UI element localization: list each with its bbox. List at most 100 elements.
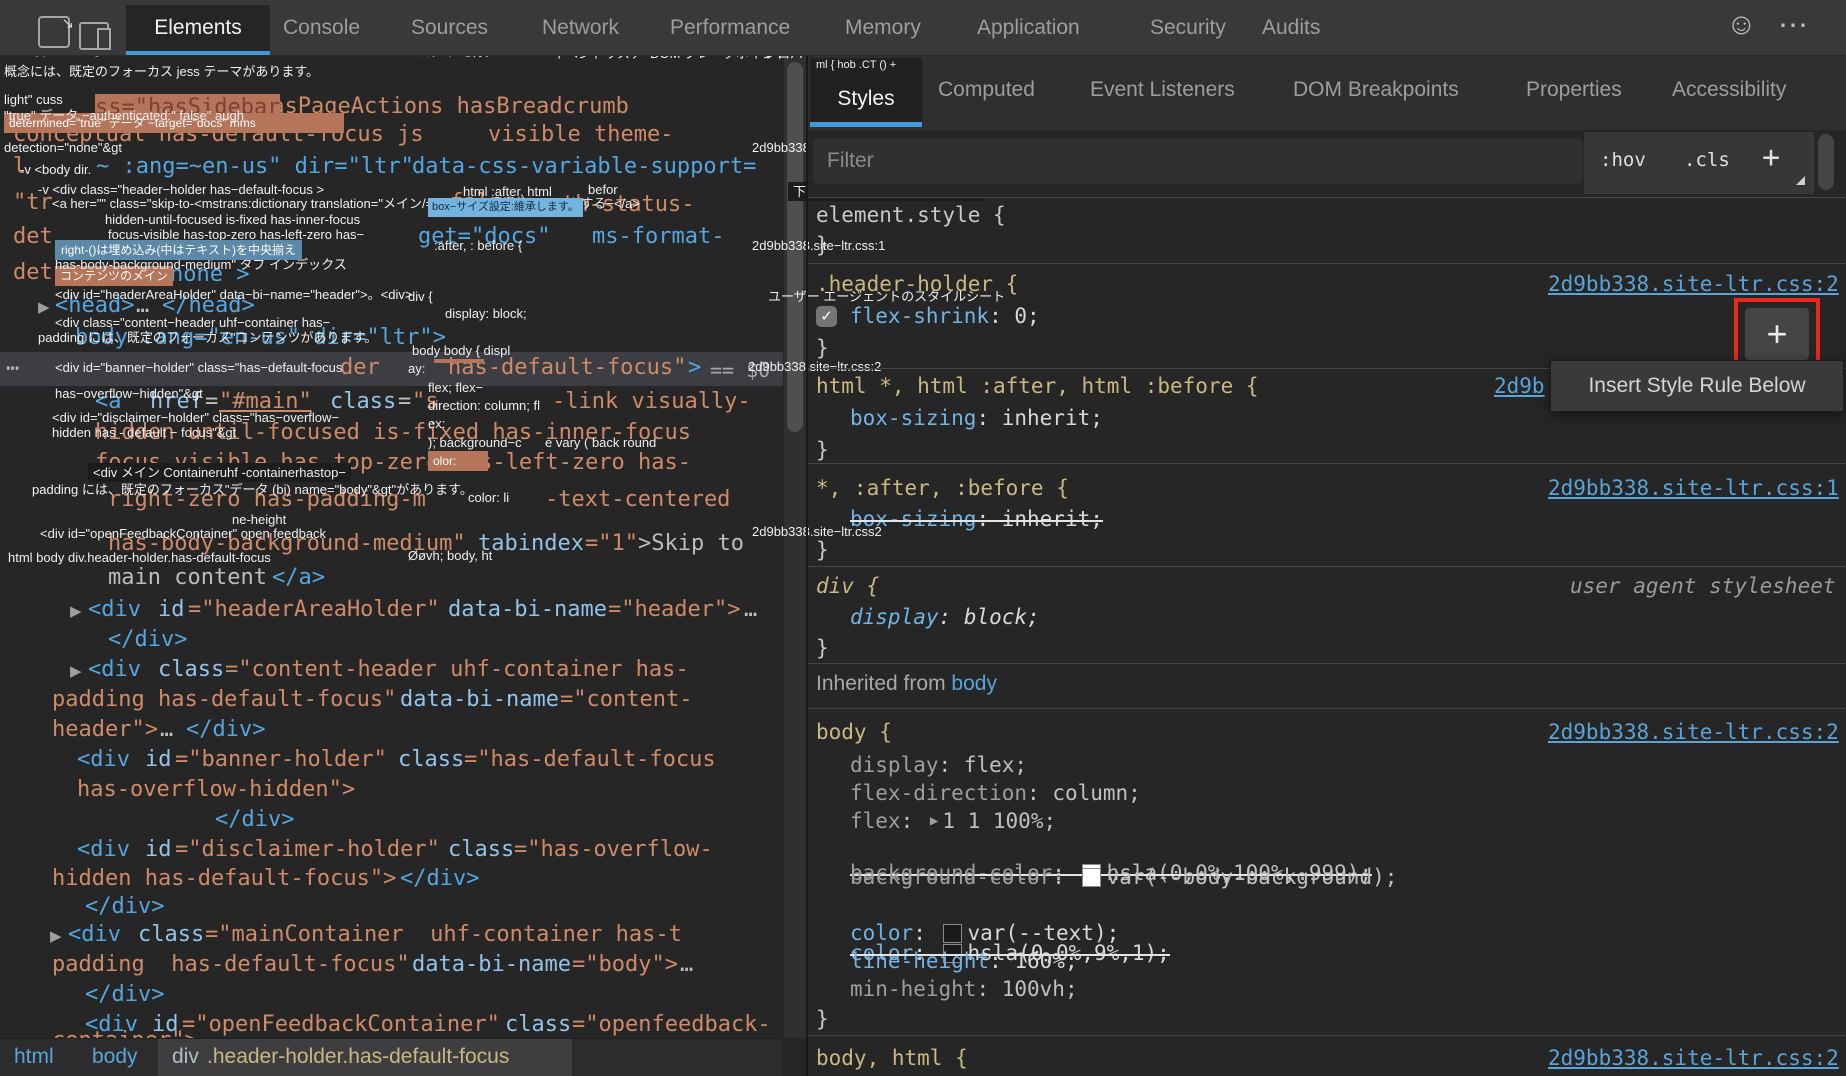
css-property[interactable]: display: flex; [850,753,1027,777]
dom-text-fragment[interactable]: has-overflow-hidden"> [77,777,355,803]
dom-text-fragment[interactable]: padding has-default-focus" [52,952,410,978]
property-value[interactable]: 1 1 100%; [942,809,1056,833]
dom-text-fragment[interactable]: <div [68,922,121,948]
stylesheet-link[interactable]: 2d9bb338.site-ltr.css:1 [1548,476,1839,500]
breadcrumb-body[interactable]: body [92,1045,138,1069]
dom-text-fragment[interactable]: ="content-header uhf-container has- [225,657,689,683]
dom-text-fragment[interactable]: ="1" [585,531,638,557]
dom-text-fragment[interactable]: </div> [186,717,265,743]
tab-event-listeners[interactable]: Event Listeners [1090,78,1235,102]
dom-text-fragment[interactable]: ="has-overflow- [514,837,713,863]
dom-text-fragment[interactable]: -link visually- [552,389,751,415]
dom-text-fragment[interactable]: class [505,1012,571,1038]
dom-text-fragment[interactable]: header"> [52,717,158,743]
tab-performance[interactable]: Performance [670,16,790,40]
dom-text-fragment[interactable]: padding has-default-focus" [52,687,396,713]
device-toolbar-icon[interactable] [79,22,111,50]
property-name[interactable]: min-height [850,977,976,1001]
dom-text-fragment[interactable]: data-bi-name [400,687,559,713]
dom-text-fragment[interactable]: … [680,952,693,978]
dom-text-fragment[interactable]: ="headerAreaHolder" [188,597,440,623]
property-value[interactable]: inherit; [1002,406,1103,430]
expand-shorthand-icon[interactable]: ▶ [930,813,938,829]
dom-text-fragment[interactable]: ="content- [560,687,692,713]
dom-text-fragment[interactable]: ⋯ [6,356,19,382]
color-swatch[interactable] [942,923,962,943]
stylesheet-link[interactable]: 2d9bb338.site-ltr.css:2 [1548,272,1839,296]
css-rule-selector[interactable]: .header-holder { [816,272,1018,296]
dom-text-fragment[interactable]: class [330,389,396,415]
more-options-icon[interactable]: ⋯ [1778,8,1810,43]
dom-text-fragment[interactable]: ="header"> [608,597,740,623]
stylesheet-link[interactable]: 2d9bb338.site-ltr.css:2 [1548,1046,1839,1070]
property-name[interactable]: display [850,605,939,629]
dom-text-fragment[interactable]: data-bi-name [448,597,607,623]
css-property[interactable]: min-height: 100vh; [850,977,1078,1001]
property-name[interactable]: flex-shrink [850,304,989,328]
styles-pane-scrollbar[interactable] [1818,134,1834,190]
dom-text-fragment[interactable]: class [158,657,224,683]
css-rule-selector[interactable]: div { [816,574,879,598]
dom-text-fragment[interactable]: </div> [85,894,164,920]
dom-text-fragment[interactable]: det [13,260,53,286]
breadcrumb-html[interactable]: html [14,1045,54,1069]
dom-text-fragment[interactable]: <div [77,747,130,773]
dom-text-fragment[interactable]: </div> [85,982,164,1008]
css-rule-selector[interactable]: *, :after, :before { [816,476,1069,500]
css-rule-selector[interactable]: body { [816,720,892,744]
property-value[interactable]: 160%; [1014,949,1077,973]
css-rule-selector[interactable]: html *, html :after, html :before { [816,374,1259,398]
toggle-class-button[interactable]: .cls [1684,149,1730,171]
dom-text-fragment[interactable]: data-bi-name [412,952,571,978]
property-name[interactable]: box-sizing [850,507,976,531]
dom-tree-scrollbar[interactable] [784,55,806,1038]
css-property[interactable]: color: var(--text); [850,921,1119,945]
dom-text-fragment[interactable]: id [145,837,172,863]
dom-text-fragment[interactable]: class [448,837,514,863]
property-name[interactable]: color [850,921,913,945]
toggle-hover-state-button[interactable]: :hov [1600,149,1646,171]
dom-text-fragment[interactable]: ▶ [70,662,82,680]
css-property[interactable]: background-color: var(--body-background)… [850,865,1397,889]
property-value[interactable]: 100vh; [1002,977,1078,1001]
dom-text-fragment[interactable]: ms-format- [592,224,724,250]
dom-text-fragment[interactable]: >Skip to [638,531,744,557]
dom-text-fragment[interactable]: ="body"> [572,952,678,978]
dom-text-fragment[interactable]: </div> [108,627,187,653]
dom-text-fragment[interactable]: <div [77,837,130,863]
property-value[interactable]: block; [964,605,1040,629]
property-value[interactable]: inherit; [1002,507,1103,531]
new-style-rule-button[interactable]: + [1762,140,1780,175]
dom-text-fragment[interactable]: ="has-default-focus [464,747,716,773]
property-name[interactable]: line-height [850,949,989,973]
tab-dom-breakpoints[interactable]: DOM Breakpoints [1293,78,1459,102]
dom-text-fragment[interactable]: visible theme- [488,122,673,148]
dom-text-fragment[interactable]: ="openFeedbackContainer" [182,1012,500,1038]
dom-text-fragment[interactable]: </div> [400,866,479,892]
dom-text-fragment[interactable]: tabindex [478,531,584,557]
dom-text-fragment[interactable]: … [160,717,173,743]
tab-accessibility[interactable]: Accessibility [1672,78,1786,102]
tab-security[interactable]: Security [1150,16,1226,40]
dom-text-fragment[interactable]: id [158,597,185,623]
dom-text-fragment[interactable]: ▶ [70,602,82,620]
breadcrumb-selected[interactable]: div .header-holder.has-default-focus [158,1039,572,1076]
tab-audits[interactable]: Audits [1262,16,1320,40]
tab-memory[interactable]: Memory [845,16,921,40]
dom-text-fragment[interactable]: id [145,747,172,773]
dom-text-fragment[interactable]: ="banner-holder" [175,747,387,773]
property-value[interactable]: var(--text); [968,921,1120,945]
tab-elements[interactable]: Elements [126,5,270,51]
css-property[interactable]: box-sizing: inherit; [850,507,1103,531]
inspect-element-icon[interactable]: ↘ [38,15,74,48]
css-rule-selector[interactable]: body, html { [816,1046,968,1070]
dom-text-fragment[interactable]: </a> [272,565,325,591]
dom-text-fragment[interactable]: ="openfeedback- [572,1012,771,1038]
dom-text-fragment[interactable]: ="mainContainer uhf-container has-t [205,922,682,948]
property-name[interactable]: box-sizing [850,406,976,430]
dom-text-fragment[interactable]: <div [88,597,141,623]
tab-network[interactable]: Network [542,16,619,40]
css-property[interactable]: line-height: 160%; [850,949,1078,973]
dom-text-fragment[interactable]: </div> [215,807,294,833]
property-value[interactable]: var(--body-background); [1107,865,1398,889]
